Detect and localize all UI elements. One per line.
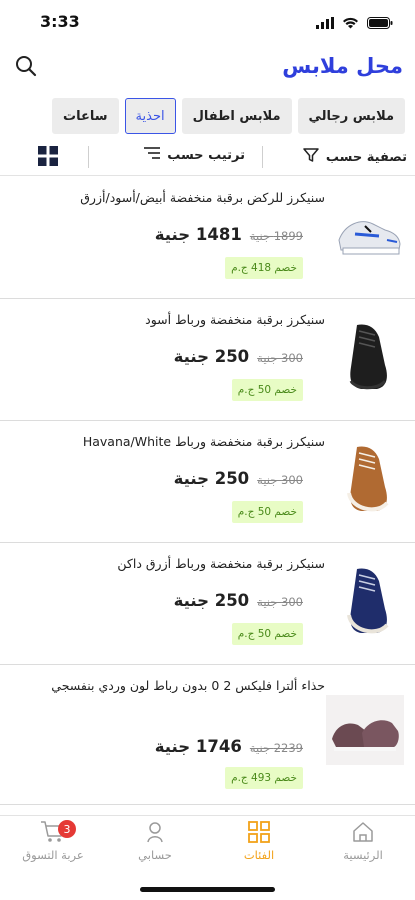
search-icon bbox=[16, 56, 37, 77]
discount-badge: خصم 418 ج.م bbox=[225, 257, 303, 279]
product-price: 1746 جنية bbox=[154, 737, 242, 756]
categories-icon bbox=[248, 821, 270, 843]
product-prices: 250 جنية 300 جنية bbox=[174, 347, 303, 366]
product-old-price: 2239 جنية bbox=[249, 741, 303, 755]
product-list: سنيكرز للركض برقبة منخفضة أبيض/أسود/أزرق… bbox=[0, 177, 415, 805]
signal-icon bbox=[316, 14, 334, 33]
filter-button[interactable]: تصفية حسب bbox=[302, 146, 407, 168]
filter-toolbar: تصفية حسب ترتيب حسب bbox=[0, 140, 415, 176]
product-price: 250 جنية bbox=[173, 469, 250, 488]
product-item[interactable]: سنيكرز برقبة منخفضة ورباط Havana/White 2… bbox=[0, 421, 415, 543]
product-title: سنيكرز برقبة منخفضة ورباط أسود bbox=[145, 312, 325, 327]
nav-categories-label: الفئات bbox=[243, 848, 275, 862]
product-title: سنيكرز برقبة منخفضة ورباط Havana/White bbox=[82, 434, 325, 449]
status-icons bbox=[316, 14, 393, 33]
product-image bbox=[333, 437, 405, 521]
product-old-price: 1899 جنية bbox=[249, 229, 303, 243]
chip-kids[interactable]: ملابس اطفال bbox=[181, 98, 292, 134]
user-icon bbox=[147, 822, 163, 843]
product-prices: 1746 جنية 2239 جنية bbox=[155, 737, 303, 756]
discount-badge: خصم 493 ج.م bbox=[225, 767, 303, 789]
product-image bbox=[333, 315, 405, 399]
product-prices: 250 جنية 300 جنية bbox=[174, 469, 303, 488]
product-image bbox=[325, 685, 405, 775]
toolbar-divider bbox=[88, 146, 89, 168]
product-prices: 250 جنية 300 جنية bbox=[174, 591, 303, 610]
nav-account[interactable]: حسابي bbox=[110, 820, 200, 862]
nav-account-label: حسابي bbox=[138, 848, 172, 862]
nav-cart-label: عربة التسوق bbox=[22, 848, 84, 862]
product-item[interactable]: سنيكرز برقبة منخفضة ورباط أسود 250 جنية … bbox=[0, 299, 415, 421]
nav-home[interactable]: الرئيسية bbox=[318, 820, 408, 862]
discount-badge: خصم 50 ج.م bbox=[231, 623, 303, 645]
bottom-nav: الرئيسية الفئات حسابي عربة التسوق 3 bbox=[0, 815, 415, 900]
sort-label: ترتيب حسب bbox=[167, 147, 245, 163]
wifi-icon bbox=[342, 14, 359, 33]
app-header: محل ملابس bbox=[0, 48, 415, 88]
product-image bbox=[333, 559, 405, 643]
nav-cart[interactable]: عربة التسوق 3 bbox=[8, 820, 98, 862]
grid-view-button[interactable] bbox=[38, 146, 58, 166]
toolbar-divider bbox=[262, 146, 263, 168]
home-icon bbox=[353, 822, 373, 842]
product-price: 1481 جنية bbox=[154, 225, 242, 244]
sort-icon bbox=[143, 146, 161, 164]
product-title: حذاء ألترا فليكس 2 0 بدون رباط لون وردي … bbox=[51, 678, 325, 693]
sort-button[interactable]: ترتيب حسب bbox=[143, 146, 245, 164]
product-price: 250 جنية bbox=[173, 591, 250, 610]
home-indicator bbox=[140, 887, 275, 892]
product-price: 250 جنية bbox=[173, 347, 250, 366]
product-old-price: 300 جنية bbox=[257, 351, 303, 365]
discount-badge: خصم 50 ج.م bbox=[231, 501, 303, 523]
nav-home-label: الرئيسية bbox=[343, 848, 383, 862]
product-item[interactable]: حذاء ألترا فليكس 2 0 بدون رباط لون وردي … bbox=[0, 665, 415, 805]
product-item[interactable]: سنيكرز للركض برقبة منخفضة أبيض/أسود/أزرق… bbox=[0, 177, 415, 299]
category-chips: ملابس رجالي ملابس اطفال احذية ساعات bbox=[52, 98, 405, 134]
nav-categories[interactable]: الفئات bbox=[214, 820, 304, 862]
page-title: محل ملابس bbox=[282, 54, 403, 78]
discount-badge: خصم 50 ج.م bbox=[231, 379, 303, 401]
status-bar: 3:33 bbox=[0, 0, 415, 44]
chip-shoes[interactable]: احذية bbox=[124, 98, 176, 134]
product-item[interactable]: سنيكرز برقبة منخفضة ورباط أزرق داكن 250 … bbox=[0, 543, 415, 665]
product-old-price: 300 جنية bbox=[257, 473, 303, 487]
product-title: سنيكرز برقبة منخفضة ورباط أزرق داكن bbox=[117, 556, 325, 571]
grid-icon bbox=[38, 146, 58, 166]
product-title: سنيكرز للركض برقبة منخفضة أبيض/أسود/أزرق bbox=[80, 190, 325, 205]
chip-watches[interactable]: ساعات bbox=[52, 98, 119, 134]
filter-label: تصفية حسب bbox=[325, 149, 407, 165]
product-prices: 1481 جنية 1899 جنية bbox=[155, 225, 303, 244]
cart-count-badge: 3 bbox=[58, 820, 76, 838]
product-old-price: 300 جنية bbox=[257, 595, 303, 609]
chip-men[interactable]: ملابس رجالي bbox=[297, 98, 405, 134]
battery-icon bbox=[367, 14, 393, 33]
filter-icon bbox=[302, 146, 320, 168]
product-image bbox=[333, 193, 405, 277]
status-time: 3:33 bbox=[40, 12, 80, 31]
search-button[interactable] bbox=[14, 54, 40, 80]
